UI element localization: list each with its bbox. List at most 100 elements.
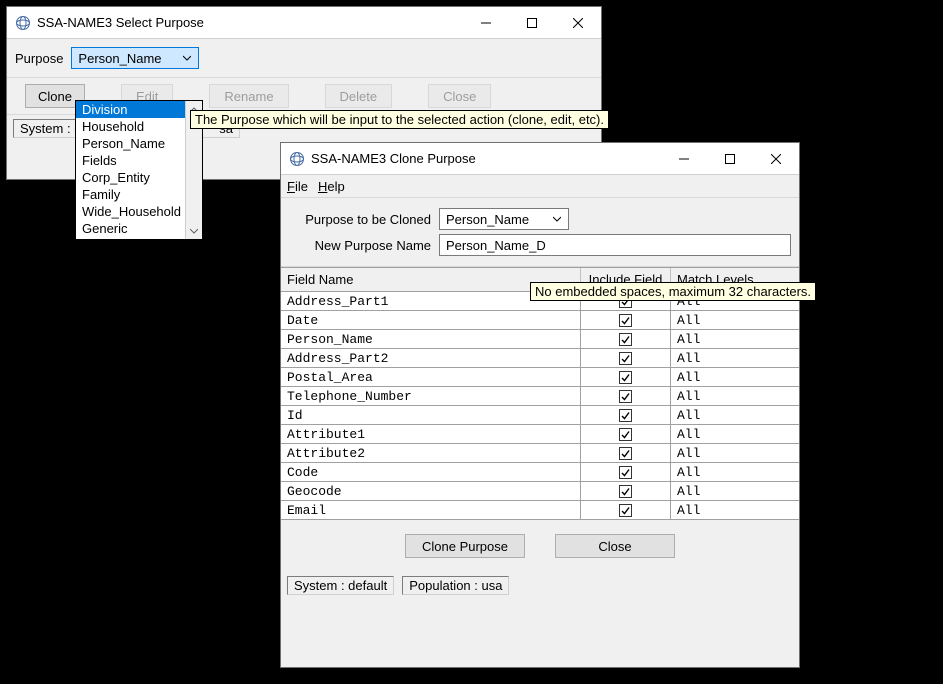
cell-field-name: Attribute2 [281, 444, 581, 462]
purpose-label: Purpose [15, 51, 63, 66]
cell-match-levels[interactable]: All [671, 368, 799, 386]
cell-field-name: Postal_Area [281, 368, 581, 386]
rename-button[interactable]: Rename [209, 84, 288, 108]
clone-form: Purpose to be Cloned Person_Name New Pur… [281, 197, 799, 267]
input-new-purpose-name-value: Person_Name_D [446, 238, 546, 253]
combo-purpose-to-clone-value: Person_Name [446, 212, 550, 227]
close-action-button[interactable]: Close [428, 84, 491, 108]
label-new-purpose-name: New Purpose Name [289, 238, 439, 253]
minimize-button[interactable] [463, 7, 509, 39]
clone-purpose-button[interactable]: Clone Purpose [405, 534, 525, 558]
menubar: File Help [281, 175, 799, 197]
include-checkbox[interactable] [619, 390, 632, 403]
status-population: Population : usa [402, 576, 509, 595]
cell-field-name: Person_Name [281, 330, 581, 348]
cell-include[interactable] [581, 387, 671, 405]
include-checkbox[interactable] [619, 371, 632, 384]
menu-help[interactable]: Help [318, 179, 345, 194]
cell-include[interactable] [581, 311, 671, 329]
cell-include[interactable] [581, 463, 671, 481]
include-checkbox[interactable] [619, 504, 632, 517]
new-name-tooltip: No embedded spaces, maximum 32 character… [530, 282, 816, 301]
titlebar[interactable]: SSA-NAME3 Select Purpose [7, 7, 601, 39]
close-button[interactable] [555, 7, 601, 39]
dropdown-item[interactable]: Generic [76, 220, 202, 237]
cell-field-name: Code [281, 463, 581, 481]
include-checkbox[interactable] [619, 333, 632, 346]
fields-table: Field Name Include Field Match Levels Ad… [281, 267, 799, 520]
cell-include[interactable] [581, 501, 671, 519]
purpose-combo[interactable]: Person_Name [71, 47, 199, 69]
cell-field-name: Telephone_Number [281, 387, 581, 405]
cell-match-levels[interactable]: All [671, 406, 799, 424]
dropdown-item[interactable]: Corp_Entity [76, 169, 202, 186]
purpose-row: Purpose Person_Name [7, 39, 601, 78]
cell-field-name: Id [281, 406, 581, 424]
table-row: Person_Name All [281, 330, 799, 349]
table-row: Address_Part2 All [281, 349, 799, 368]
minimize-button[interactable] [661, 143, 707, 175]
dialog-button-row: Clone Purpose Close [281, 520, 799, 572]
combo-purpose-to-clone[interactable]: Person_Name [439, 208, 569, 230]
cell-include[interactable] [581, 330, 671, 348]
window-title: SSA-NAME3 Select Purpose [37, 15, 463, 30]
include-checkbox[interactable] [619, 466, 632, 479]
cell-field-name: Address_Part2 [281, 349, 581, 367]
cell-include[interactable] [581, 425, 671, 443]
include-checkbox[interactable] [619, 447, 632, 460]
maximize-button[interactable] [509, 7, 555, 39]
table-row: Code All [281, 463, 799, 482]
chevron-down-icon [180, 54, 194, 62]
table-row: Email All [281, 501, 799, 520]
cell-include[interactable] [581, 368, 671, 386]
dropdown-item[interactable]: Fields [76, 152, 202, 169]
close-button[interactable] [753, 143, 799, 175]
dropdown-item[interactable]: Wide_Household [76, 203, 202, 220]
input-new-purpose-name[interactable]: Person_Name_D [439, 234, 791, 256]
cell-match-levels[interactable]: All [671, 444, 799, 462]
dropdown-item[interactable]: Family [76, 186, 202, 203]
dropdown-item[interactable]: Division [76, 101, 202, 118]
cell-match-levels[interactable]: All [671, 501, 799, 519]
include-checkbox[interactable] [619, 428, 632, 441]
cell-field-name: Geocode [281, 482, 581, 500]
cell-match-levels[interactable]: All [671, 482, 799, 500]
include-checkbox[interactable] [619, 485, 632, 498]
dropdown-item[interactable]: Household [76, 118, 202, 135]
cell-match-levels[interactable]: All [671, 349, 799, 367]
table-row: Telephone_Number All [281, 387, 799, 406]
label-purpose-to-clone: Purpose to be Cloned [289, 212, 439, 227]
include-checkbox[interactable] [619, 409, 632, 422]
cell-match-levels[interactable]: All [671, 425, 799, 443]
menu-file[interactable]: File [287, 179, 308, 194]
dropdown-item[interactable]: Person_Name [76, 135, 202, 152]
cell-field-name: Attribute1 [281, 425, 581, 443]
cell-include[interactable] [581, 406, 671, 424]
purpose-tooltip: The Purpose which will be input to the s… [190, 110, 609, 129]
include-checkbox[interactable] [619, 314, 632, 327]
cell-field-name: Email [281, 501, 581, 519]
cell-include[interactable] [581, 444, 671, 462]
table-row: Attribute1 All [281, 425, 799, 444]
cell-include[interactable] [581, 482, 671, 500]
table-row: Geocode All [281, 482, 799, 501]
table-row: Date All [281, 311, 799, 330]
cell-match-levels[interactable]: All [671, 463, 799, 481]
scroll-down-icon[interactable] [190, 222, 198, 239]
cell-match-levels[interactable]: All [671, 311, 799, 329]
purpose-dropdown-list[interactable]: DivisionHouseholdPerson_NameFieldsCorp_E… [75, 100, 203, 240]
delete-button[interactable]: Delete [325, 84, 393, 108]
table-row: Id All [281, 406, 799, 425]
cell-include[interactable] [581, 349, 671, 367]
maximize-button[interactable] [707, 143, 753, 175]
cell-match-levels[interactable]: All [671, 330, 799, 348]
close-dialog-button[interactable]: Close [555, 534, 675, 558]
titlebar[interactable]: SSA-NAME3 Clone Purpose [281, 143, 799, 175]
cell-match-levels[interactable]: All [671, 387, 799, 405]
cell-field-name: Date [281, 311, 581, 329]
include-checkbox[interactable] [619, 352, 632, 365]
status-system: System : default [287, 576, 394, 595]
chevron-down-icon [550, 215, 564, 223]
purpose-combo-value: Person_Name [78, 51, 180, 66]
table-row: Postal_Area All [281, 368, 799, 387]
